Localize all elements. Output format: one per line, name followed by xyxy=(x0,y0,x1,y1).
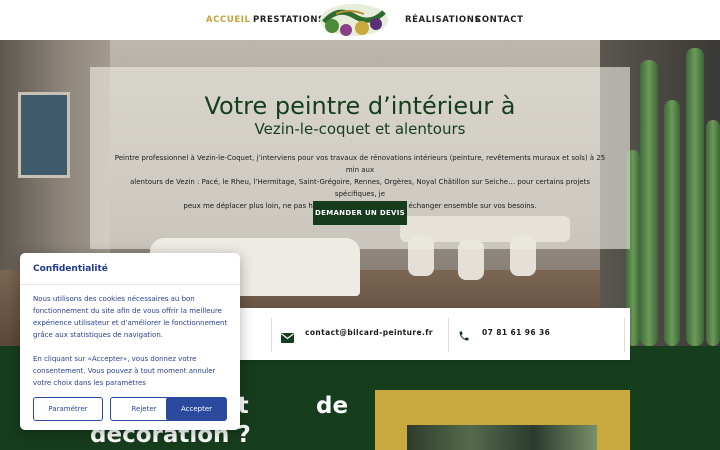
contact-phone[interactable]: 07 81 61 96 36 xyxy=(482,328,550,337)
decor-photo xyxy=(407,425,597,450)
nav-prestations[interactable]: PRESTATIONS xyxy=(253,15,325,25)
site-header: ACCUEIL PRESTATIONS RÉALISATIONS CONTACT xyxy=(0,0,720,40)
cookie-title: Confidentialité xyxy=(33,264,108,274)
cactus-plant xyxy=(706,120,720,346)
hero-description-line: Peintre professionnel à Vezin-le-Coquet,… xyxy=(114,154,606,174)
phone-icon xyxy=(458,327,470,346)
section-heading-fragment: de xyxy=(316,393,349,419)
hero-title: Votre peintre d’intérieur à xyxy=(204,92,516,120)
cookie-text: Nous utilisons des cookies nécessaires a… xyxy=(33,295,228,339)
request-quote-button[interactable]: DEMANDER UN DEVIS xyxy=(313,201,407,225)
nav-accueil[interactable]: ACCUEIL xyxy=(206,15,251,25)
contact-divider xyxy=(271,318,272,352)
hero-subtitle: Vezin-le-coquet et alentours xyxy=(254,120,466,138)
nav-contact[interactable]: CONTACT xyxy=(475,15,524,25)
contact-divider xyxy=(448,318,449,352)
nav-realisations[interactable]: RÉALISATIONS xyxy=(405,15,481,25)
contact-email[interactable]: contact@bilcard-peinture.fr xyxy=(305,328,433,337)
hero-description-line: alentours de Vezin : Pacé, le Rheu, l’He… xyxy=(129,178,590,198)
cookie-settings-button[interactable]: Paramétrer xyxy=(33,397,103,421)
cookie-divider xyxy=(20,284,240,285)
brush-leaf-logo[interactable] xyxy=(318,2,390,38)
contact-divider xyxy=(624,318,625,352)
cookie-accept-button[interactable]: Accepter xyxy=(166,397,227,421)
cookie-text: En cliquant sur «Accepter», vous donnez … xyxy=(33,355,216,387)
envelope-icon xyxy=(281,328,294,347)
cookie-consent-modal: Confidentialité Nous utilisons des cooki… xyxy=(20,253,240,430)
